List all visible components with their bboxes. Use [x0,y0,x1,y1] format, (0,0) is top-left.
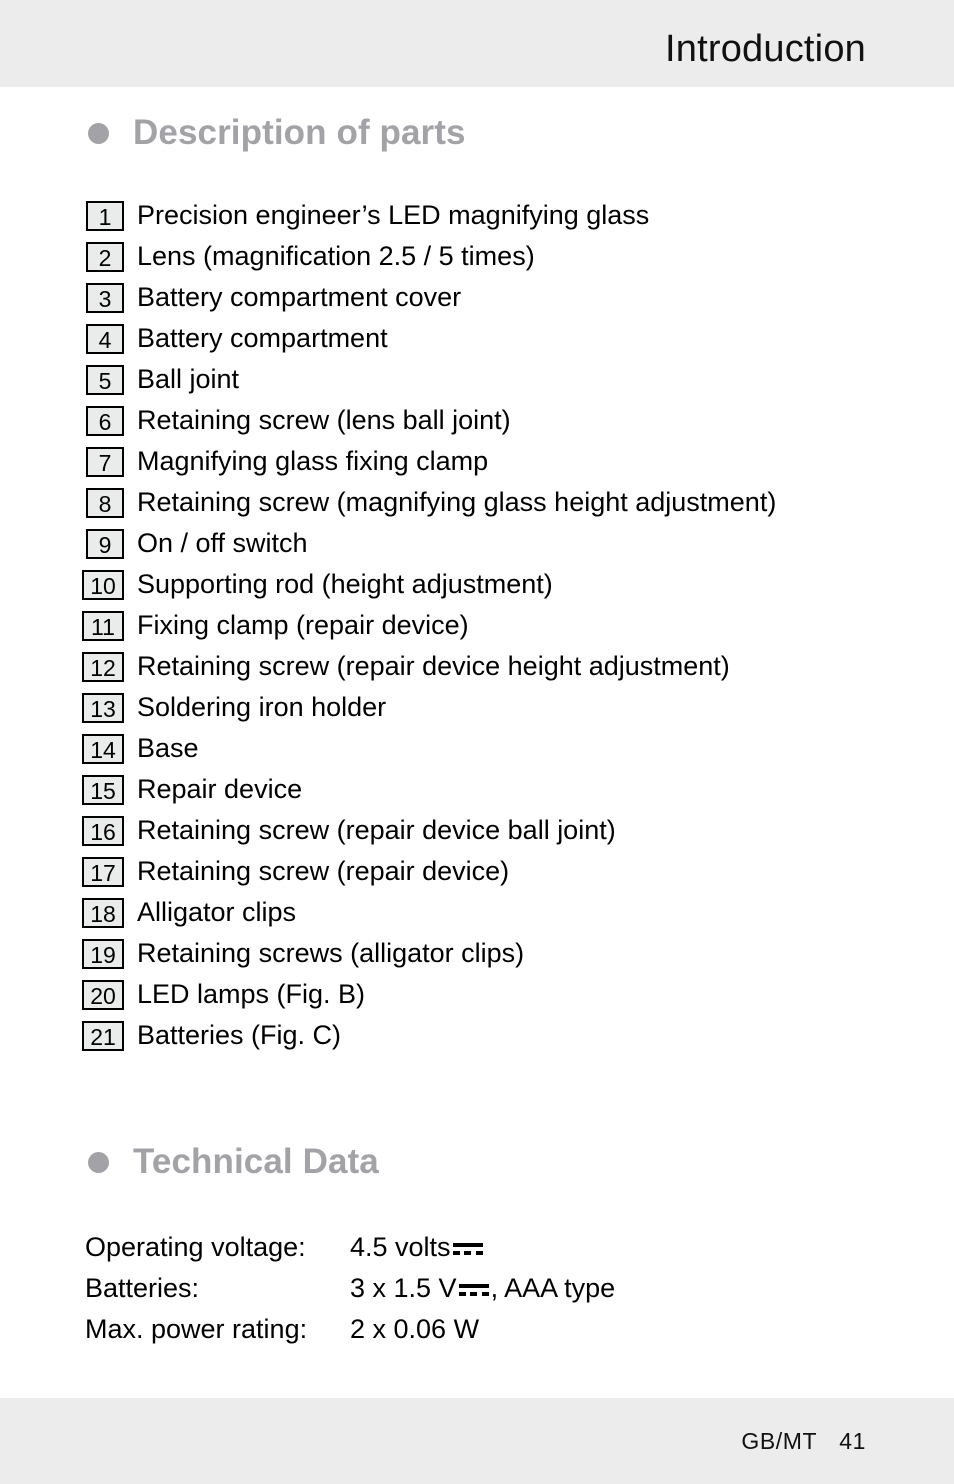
footer-page-number: 41 [839,1428,866,1454]
part-number-box: 1 [86,201,124,231]
technical-data-row: Batteries: 3 x 1.5 V , AAA type [85,1271,615,1312]
technical-data-label: Operating voltage: [85,1232,306,1262]
part-list-item: 20 LED lamps (Fig. B) [82,977,902,1018]
footer-locale-label: GB/MT [741,1428,818,1454]
part-label: Retaining screw (magnifying glass height… [137,487,777,517]
part-list-item: 5 Ball joint [82,362,902,403]
part-label: On / off switch [137,528,308,558]
technical-data-value-text: 4.5 volts [350,1232,451,1262]
part-label: Retaining screw (repair device) [137,856,510,886]
section-heading-technical-data: Technical Data [88,1142,379,1182]
part-number-box: 6 [86,406,124,436]
technical-data-value: 4.5 volts [350,1230,485,1264]
part-label: Magnifying glass fixing clamp [137,446,489,476]
section-heading-description-of-parts: Description of parts [88,113,466,153]
part-label: Batteries (Fig. C) [137,1020,342,1050]
part-list-item: 9 On / off switch [82,526,902,567]
part-label: Retaining screw (repair device height ad… [137,651,730,681]
parts-list: 1 Precision engineer’s LED magnifying gla… [82,198,902,1059]
part-list-item: 19 Retaining screws (alligator clips) [82,936,902,977]
part-number-box: 19 [82,939,124,969]
part-number-box: 4 [86,324,124,354]
part-list-item: 13 Soldering iron holder [82,690,902,731]
part-number-box: 5 [86,365,124,395]
part-label: Soldering iron holder [137,692,387,722]
part-number-box: 3 [86,283,124,313]
part-list-item: 17 Retaining screw (repair device) [82,854,902,895]
part-number-box: 20 [82,980,124,1010]
technical-data-value-suffix: , AAA type [490,1273,616,1303]
part-number-box: 9 [86,529,124,559]
technical-data-value: 3 x 1.5 V , AAA type [350,1271,615,1305]
technical-data-label: Max. power rating: [85,1314,308,1344]
part-list-item: 10 Supporting rod (height adjustment) [82,567,902,608]
part-number-box: 11 [82,611,124,641]
part-list-item: 6 Retaining screw (lens ball joint) [82,403,902,444]
part-list-item: 11 Fixing clamp (repair device) [82,608,902,649]
part-list-item: 4 Battery compartment [82,321,902,362]
part-label: Base [137,733,199,763]
part-label: Retaining screw (lens ball joint) [137,405,511,435]
part-list-item: 1 Precision engineer’s LED magnifying gla… [82,198,902,239]
section-heading-label: Description of parts [133,113,466,152]
part-number-box: 14 [82,734,124,764]
part-label: Supporting rod (height adjustment) [137,569,553,599]
part-list-item: 15 Repair device [82,772,902,813]
part-label: Alligator clips [137,897,297,927]
part-list-item: 12 Retaining screw (repair device height … [82,649,902,690]
technical-data-table: Operating voltage: 4.5 volts Batteries: 3 x… [85,1230,615,1353]
page-footer: GB/MT 41 [741,1427,866,1455]
part-number-box: 15 [82,775,124,805]
part-number-box: 21 [82,1021,124,1051]
part-label: Retaining screw (repair device ball join… [137,815,616,845]
part-list-item: 7 Magnifying glass fixing clamp [82,444,902,485]
part-list-item: 3 Battery compartment cover [82,280,902,321]
technical-data-row: Max. power rating: 2 x 0.06 W [85,1312,615,1353]
part-list-item: 21 Batteries (Fig. C) [82,1018,902,1059]
part-number-box: 10 [82,570,124,600]
part-number-box: 8 [86,488,124,518]
dc-current-icon [458,1284,489,1297]
part-list-item: 14 Base [82,731,902,772]
part-number-box: 13 [82,693,124,723]
part-list-item: 2 Lens (magnification 2.5 / 5 times) [82,239,902,280]
part-number-box: 16 [82,816,124,846]
part-label: Precision engineer’s LED magnifying glas… [137,200,650,230]
part-number-box: 7 [86,447,124,477]
technical-data-value-text: 3 x 1.5 V [350,1273,457,1303]
part-label: Battery compartment [137,323,388,353]
technical-data-label: Batteries: [85,1273,200,1303]
part-number-box: 2 [86,242,124,272]
part-list-item: 16 Retaining screw (repair device ball jo… [82,813,902,854]
technical-data-value-text: 2 x 0.06 W [350,1314,480,1344]
part-label: LED lamps (Fig. B) [137,979,366,1009]
part-label: Lens (magnification 2.5 / 5 times) [137,241,535,271]
part-number-box: 18 [82,898,124,928]
technical-data-value: 2 x 0.06 W [350,1312,479,1346]
part-label: Fixing clamp (repair device) [137,610,469,640]
technical-data-row: Operating voltage: 4.5 volts [85,1230,615,1271]
part-label: Retaining screws (alligator clips) [137,938,525,968]
part-number-box: 12 [82,652,124,682]
filled-circle-bullet-icon [88,1151,109,1173]
part-number-box: 17 [82,857,124,887]
filled-circle-bullet-icon [88,122,109,144]
page-header-title: Introduction [665,28,866,70]
section-heading-label: Technical Data [133,1142,379,1181]
part-list-item: 8 Retaining screw (magnifying glass heigh… [82,485,902,526]
part-label: Repair device [137,774,303,804]
part-label: Ball joint [137,364,240,394]
part-label: Battery compartment cover [137,282,462,312]
part-list-item: 18 Alligator clips [82,895,902,936]
dc-current-icon [452,1243,483,1256]
